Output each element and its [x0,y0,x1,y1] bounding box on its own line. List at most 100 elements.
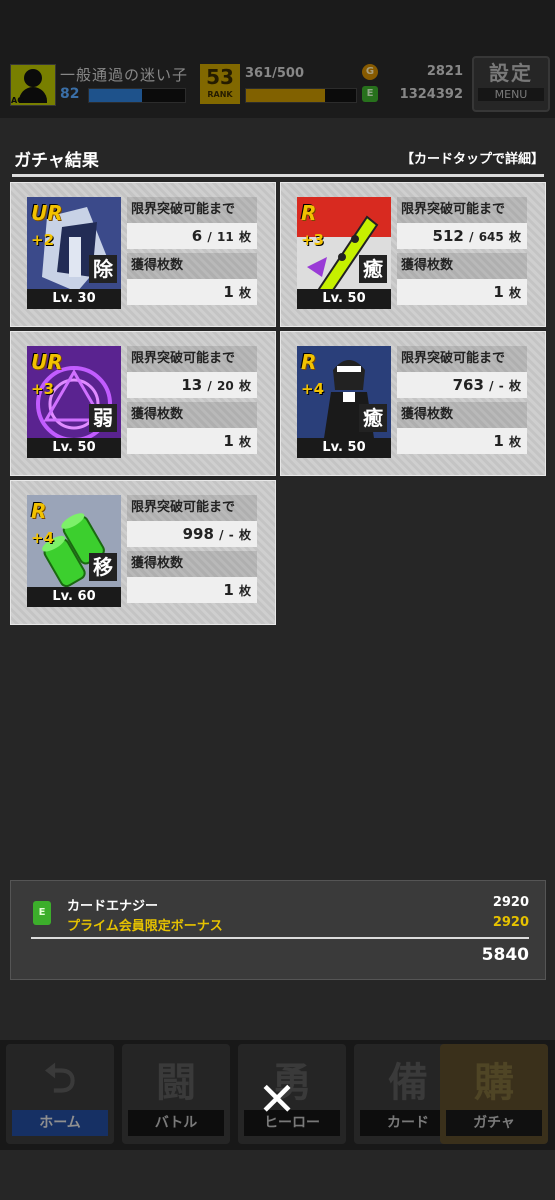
bonus-total: 5840 [481,945,529,965]
card-thumbnail: R +4 移 Lv. 60 [27,495,121,607]
limit-current: 6 [191,227,203,245]
limit-total: 20 [217,379,234,393]
card-level: Lv. 60 [27,587,121,607]
result-card[interactable]: R +4 癒 Lv. 50 限界突破可能まで 763 / - 枚 獲得枚数 1 … [280,331,546,476]
acquired-label: 獲得枚数 [397,402,527,428]
close-icon[interactable]: ✕ [252,1074,302,1124]
energy-icon: E [33,901,51,925]
card-thumbnail: UR +2 除 Lv. 30 [27,197,121,309]
prime-bonus-value: 2920 [492,915,529,930]
card-stats: 限界突破可能まで 13 / 20 枚 獲得枚数 1 枚 [127,346,257,458]
acquired-label: 獲得枚数 [127,551,257,577]
limit-separator: / [207,379,212,393]
acquired-count: 1 [223,283,234,301]
card-stats: 限界突破可能まで 512 / 645 枚 獲得枚数 1 枚 [397,197,527,309]
limit-break-label: 限界突破可能まで [127,197,257,223]
limit-unit: 枚 [238,528,251,542]
role-badge: 癒 [359,404,387,432]
plus-value: +4 [31,529,55,547]
limit-break-value: 998 / - 枚 [127,521,257,547]
acquired-value: 1 枚 [127,428,257,454]
role-badge: 癒 [359,255,387,283]
limit-total: - [228,528,234,542]
rarity-badge: R [301,201,317,225]
limit-total: 11 [217,230,234,244]
acquired-label: 獲得枚数 [127,402,257,428]
card-level: Lv. 30 [27,289,121,309]
acquired-unit: 枚 [508,435,521,449]
acquired-value: 1 枚 [397,428,527,454]
limit-break-value: 763 / - 枚 [397,372,527,398]
acquired-count: 1 [493,432,504,450]
acquired-value: 1 枚 [127,279,257,305]
acquired-label: 獲得枚数 [127,253,257,279]
prime-bonus-label: プライム会員限定ボーナス [67,919,223,934]
limit-break-label: 限界突破可能まで [397,346,527,372]
rarity-badge: R [301,350,317,374]
rarity-badge: UR [31,350,63,374]
bonus-divider [31,937,529,939]
limit-break-label: 限界突破可能まで [127,346,257,372]
limit-unit: 枚 [238,230,251,244]
card-thumbnail: R +4 癒 Lv. 50 [297,346,391,458]
acquired-unit: 枚 [238,584,251,598]
limit-unit: 枚 [508,379,521,393]
acquired-value: 1 枚 [397,279,527,305]
role-badge: 弱 [89,404,117,432]
card-energy-value: 2920 [492,895,529,910]
plus-value: +3 [31,380,55,398]
energy-bonus-panel: E カードエナジー 2920 プライム会員限定ボーナス 2920 5840 [10,880,546,980]
acquired-value: 1 枚 [127,577,257,603]
card-level: Lv. 50 [297,289,391,309]
limit-total: - [498,379,504,393]
result-card[interactable]: R +4 移 Lv. 60 限界突破可能まで 998 / - 枚 獲得枚数 1 … [10,480,276,625]
limit-separator: / [469,230,474,244]
acquired-unit: 枚 [238,286,251,300]
header-divider [12,174,544,177]
result-card[interactable]: UR +3 弱 Lv. 50 限界突破可能まで 13 / 20 枚 獲得枚数 1… [10,331,276,476]
acquired-count: 1 [223,432,234,450]
result-card[interactable]: UR +2 除 Lv. 30 限界突破可能まで 6 / 11 枚 獲得枚数 1 … [10,182,276,327]
limit-current: 763 [452,376,484,394]
limit-separator: / [219,528,224,542]
limit-current: 13 [181,376,203,394]
tap-hint: 【カードタップで詳細】 [400,152,544,167]
acquired-label: 獲得枚数 [397,253,527,279]
card-thumbnail: UR +3 弱 Lv. 50 [27,346,121,458]
card-stats: 限界突破可能まで 763 / - 枚 獲得枚数 1 枚 [397,346,527,458]
role-badge: 除 [89,255,117,283]
gacha-result-header: ガチャ結果 【カードタップで詳細】 [12,146,544,177]
result-card[interactable]: R +3 癒 Lv. 50 限界突破可能まで 512 / 645 枚 獲得枚数 … [280,182,546,327]
rarity-badge: R [31,499,47,523]
rarity-badge: UR [31,201,63,225]
limit-separator: / [489,379,494,393]
limit-unit: 枚 [508,230,521,244]
acquired-unit: 枚 [508,286,521,300]
limit-break-label: 限界突破可能まで [397,197,527,223]
acquired-unit: 枚 [238,435,251,449]
status-bar-overlay [0,0,555,118]
plus-value: +2 [31,231,55,249]
status-bar: AO 一般通過の迷い子 82 53 RANK 361/500 G 2821 E … [0,0,555,118]
limit-current: 512 [432,227,464,245]
role-badge: 移 [89,553,117,581]
limit-break-label: 限界突破可能まで [127,495,257,521]
page-title: ガチャ結果 [14,151,99,171]
limit-total: 645 [478,230,504,244]
card-level: Lv. 50 [27,438,121,458]
limit-break-value: 512 / 645 枚 [397,223,527,249]
card-stats: 限界突破可能まで 998 / - 枚 獲得枚数 1 枚 [127,495,257,607]
card-stats: 限界突破可能まで 6 / 11 枚 獲得枚数 1 枚 [127,197,257,309]
plus-value: +4 [301,380,325,398]
acquired-count: 1 [493,283,504,301]
card-level: Lv. 50 [297,438,391,458]
limit-break-value: 13 / 20 枚 [127,372,257,398]
card-thumbnail: R +3 癒 Lv. 50 [297,197,391,309]
plus-value: +3 [301,231,325,249]
limit-unit: 枚 [238,379,251,393]
limit-break-value: 6 / 11 枚 [127,223,257,249]
limit-separator: / [207,230,212,244]
acquired-count: 1 [223,581,234,599]
card-energy-label: カードエナジー [67,899,159,914]
limit-current: 998 [182,525,214,543]
